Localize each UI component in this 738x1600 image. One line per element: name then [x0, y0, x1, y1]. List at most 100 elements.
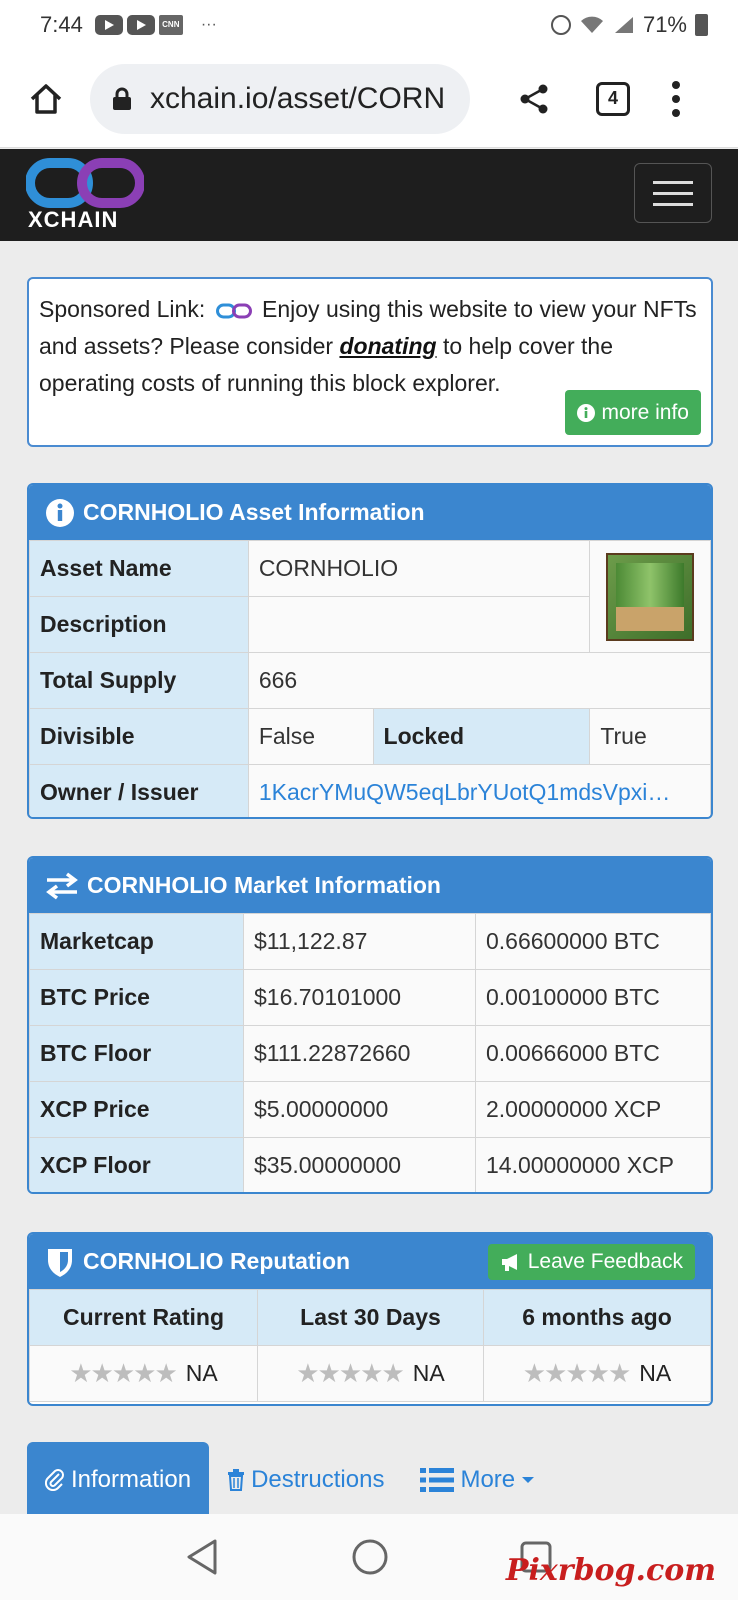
status-time: 7:44	[40, 12, 83, 37]
market-label: BTC Floor	[29, 1025, 244, 1082]
rating-value: NA	[639, 1360, 672, 1386]
watermark-text: Pixrbog.com	[505, 1553, 716, 1588]
market-usd: $5.00000000	[243, 1081, 476, 1138]
asset-info-title: CORNHOLIO Asset Information	[83, 499, 425, 525]
rating-value: NA	[412, 1360, 445, 1386]
exchange-arrows-icon	[45, 872, 79, 900]
share-icon	[520, 84, 548, 113]
leave-feedback-button[interactable]: Leave Feedback	[487, 1243, 695, 1280]
reputation-table: Current Rating Last 30 Days 6 months ago…	[29, 1289, 711, 1402]
browser-toolbar: xchain.io/asset/CORN 4	[0, 50, 738, 148]
star-rating-icon: ★★★★★	[296, 1358, 405, 1388]
asset-image-cell	[589, 540, 711, 653]
owner-address-link[interactable]: 1KacrYMuQW5eqLbrYUotQ1mdsVpxi…	[247, 764, 711, 817]
donating-link[interactable]: donating	[339, 333, 436, 359]
logo-text: XCHAIN	[28, 207, 119, 232]
paperclip-icon	[45, 1468, 65, 1491]
star-rating-icon: ★★★★★	[69, 1358, 178, 1388]
market-usd: $35.00000000	[243, 1137, 476, 1192]
market-label: Marketcap	[29, 913, 244, 970]
dot	[672, 94, 680, 103]
table-row: Asset Name CORNHOLIO	[29, 540, 711, 653]
status-right: 71%	[550, 12, 708, 38]
trash-icon	[227, 1468, 245, 1491]
back-icon[interactable]	[185, 1538, 221, 1576]
market-native: 0.66600000 BTC	[475, 913, 711, 970]
sponsored-prefix: Sponsored Link:	[39, 296, 206, 322]
info-circle-icon	[45, 498, 75, 528]
home-button[interactable]	[24, 77, 68, 121]
hamburger-line	[653, 180, 693, 184]
market-native: 0.00666000 BTC	[475, 1025, 711, 1082]
more-notifications-icon: ···	[200, 16, 217, 33]
six-months-header: 6 months ago	[483, 1289, 711, 1346]
market-native: 0.00100000 BTC	[475, 969, 711, 1026]
owner-label: Owner / Issuer	[29, 764, 249, 817]
share-button[interactable]	[514, 79, 554, 119]
more-info-label: more info	[601, 401, 689, 424]
table-row: ★★★★★ NA ★★★★★ NA ★★★★★ NA	[29, 1345, 711, 1402]
market-label: XCP Floor	[29, 1137, 244, 1192]
tab-more-label: More	[460, 1465, 516, 1493]
market-info-panel: CORNHOLIO Market Information Marketcap $…	[27, 856, 713, 1194]
browser-menu-button[interactable]	[670, 80, 682, 117]
screen: 7:44 CNN ··· 71% xchain.io/asset/CORN 4	[0, 0, 738, 1600]
status-bar: 7:44 CNN ··· 71%	[0, 0, 738, 50]
total-supply-value: 666	[247, 652, 711, 709]
market-info-title: CORNHOLIO Market Information	[87, 872, 441, 898]
hamburger-line	[653, 191, 693, 195]
sponsored-box: Sponsored Link: Enjoy using this website…	[27, 277, 713, 447]
description-label: Description	[29, 596, 249, 653]
alarm-icon	[550, 15, 571, 35]
bullhorn-icon	[501, 1253, 517, 1271]
xchain-mini-logo-icon	[215, 303, 252, 319]
more-info-button[interactable]: more info	[565, 390, 701, 435]
asset-info-table: Asset Name CORNHOLIO Description Total S…	[29, 540, 711, 817]
table-row: BTC Price $16.70101000 0.00100000 BTC	[29, 969, 711, 1026]
dot	[672, 108, 680, 117]
locked-label: Locked	[372, 708, 591, 765]
tab-information[interactable]: Information	[27, 1442, 210, 1517]
locked-value: True	[589, 708, 711, 765]
tab-switcher-button[interactable]: 4	[596, 81, 630, 116]
caret-down-icon	[522, 1476, 535, 1483]
asset-card-image[interactable]	[606, 552, 695, 641]
market-info-header: CORNHOLIO Market Information	[29, 858, 711, 913]
divisible-value: False	[247, 708, 374, 765]
tab-destructions-label: Destructions	[251, 1465, 385, 1493]
shield-icon	[45, 1246, 75, 1278]
asset-name-label: Asset Name	[29, 540, 249, 597]
cnn-icon: CNN	[158, 15, 183, 35]
star-rating-icon: ★★★★★	[522, 1358, 632, 1388]
leave-feedback-label: Leave Feedback	[527, 1249, 683, 1273]
asset-name-value: CORNHOLIO	[247, 540, 591, 597]
home-circle-icon[interactable]	[351, 1538, 389, 1576]
reputation-panel: CORNHOLIO Reputation Leave Feedback Curr…	[27, 1232, 713, 1406]
tab-destructions[interactable]: Destructions	[209, 1442, 402, 1517]
signal-icon	[614, 17, 633, 33]
market-usd: $111.22872660	[243, 1025, 476, 1082]
asset-info-header: CORNHOLIO Asset Information	[29, 485, 711, 540]
wifi-icon	[580, 16, 603, 33]
table-row: Owner / Issuer 1KacrYMuQW5eqLbrYUotQ1mds…	[29, 764, 711, 817]
table-row: BTC Floor $111.22872660 0.00666000 BTC	[29, 1025, 711, 1082]
description-value	[247, 596, 591, 653]
battery-icon	[695, 14, 708, 36]
table-row: Marketcap $11,122.87 0.66600000 BTC	[29, 913, 711, 970]
hamburger-line	[653, 202, 693, 206]
last-30-days-cell: ★★★★★ NA	[257, 1345, 484, 1402]
list-icon	[420, 1467, 455, 1493]
tab-information-label: Information	[71, 1465, 192, 1493]
rating-value: NA	[185, 1360, 218, 1386]
nav-toggle-button[interactable]	[634, 163, 712, 223]
market-info-table: Marketcap $11,122.87 0.66600000 BTC BTC …	[29, 913, 711, 1192]
last-30-days-header: Last 30 Days	[257, 1289, 484, 1346]
asset-info-panel: CORNHOLIO Asset Information Asset Name C…	[27, 483, 713, 819]
table-row: Divisible False Locked True	[29, 708, 711, 765]
address-bar[interactable]: xchain.io/asset/CORN	[90, 63, 470, 134]
tab-more-dropdown[interactable]: More	[402, 1442, 553, 1517]
current-rating-cell: ★★★★★ NA	[29, 1345, 258, 1402]
six-months-cell: ★★★★★ NA	[483, 1345, 711, 1402]
youtube-icon-2	[126, 15, 155, 35]
asset-tabs: Information Destructions More	[27, 1442, 713, 1517]
